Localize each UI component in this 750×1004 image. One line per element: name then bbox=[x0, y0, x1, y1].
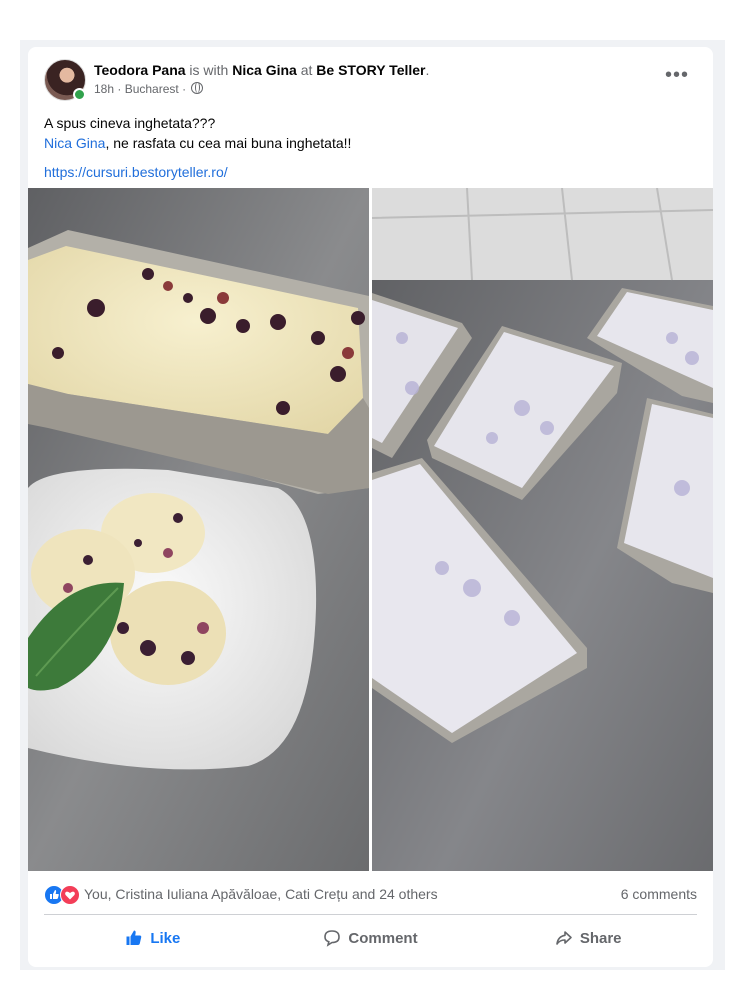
photo-ice-cream-trays[interactable] bbox=[372, 188, 713, 871]
share-label: Share bbox=[579, 929, 622, 947]
share-button[interactable]: Share bbox=[479, 919, 697, 957]
post-header: Teodora Pana is with Nica Gina at Be STO… bbox=[44, 59, 697, 103]
thumbs-up-icon bbox=[126, 930, 142, 945]
body-tag-link[interactable]: Nica Gina bbox=[44, 135, 105, 151]
with-text: is with bbox=[185, 62, 233, 78]
comment-label: Comment bbox=[348, 929, 418, 947]
post-meta: 18h · Bucharest · bbox=[94, 81, 204, 97]
photo-grid bbox=[28, 188, 713, 871]
ice-cream-plate-illustration bbox=[28, 188, 369, 871]
post-timestamp[interactable]: 18h bbox=[94, 82, 114, 96]
like-label: Like bbox=[150, 929, 181, 947]
more-options-button[interactable]: ••• bbox=[665, 65, 689, 85]
post-title-line: Teodora Pana is with Nica Gina at Be STO… bbox=[94, 61, 429, 79]
post-place[interactable]: Bucharest bbox=[125, 82, 179, 96]
post-text-line1: A spus cineva inghetata??? bbox=[44, 115, 216, 131]
reaction-icons[interactable] bbox=[44, 885, 82, 905]
location-page-link[interactable]: Be STORY Teller bbox=[316, 62, 425, 78]
period-text: . bbox=[425, 62, 430, 78]
author-name[interactable]: Teodora Pana bbox=[94, 62, 186, 78]
photo-ice-cream-plate[interactable] bbox=[28, 188, 369, 871]
reaction-summary[interactable]: You, Cristina Iuliana Apăvăloae, Cati Cr… bbox=[84, 886, 438, 902]
post-body: A spus cineva inghetata??? Nica Gina, ne… bbox=[44, 113, 351, 182]
reactions-bar: You, Cristina Iuliana Apăvăloae, Cati Cr… bbox=[44, 885, 697, 905]
comments-count[interactable]: 6 comments bbox=[621, 886, 697, 902]
like-button[interactable]: Like bbox=[44, 919, 262, 957]
post-text-line2: Nica Gina, ne rasfata cu cea mai buna in… bbox=[44, 135, 352, 151]
globe-icon[interactable] bbox=[191, 82, 204, 94]
online-status-indicator bbox=[73, 88, 86, 101]
post-url-link[interactable]: https://cursuri.bestoryteller.ro/ bbox=[44, 162, 351, 182]
at-text: at bbox=[296, 62, 317, 78]
comment-button[interactable]: Comment bbox=[262, 919, 480, 957]
post-card: Teodora Pana is with Nica Gina at Be STO… bbox=[28, 47, 713, 967]
love-reaction-icon bbox=[60, 885, 80, 905]
post-actions: Like Comment Share bbox=[44, 919, 697, 957]
ice-cream-trays-illustration bbox=[372, 188, 713, 871]
tagged-person-link[interactable]: Nica Gina bbox=[232, 62, 297, 78]
comment-bubble-icon bbox=[324, 930, 341, 947]
share-arrow-icon bbox=[556, 931, 572, 945]
actions-divider bbox=[44, 914, 697, 915]
